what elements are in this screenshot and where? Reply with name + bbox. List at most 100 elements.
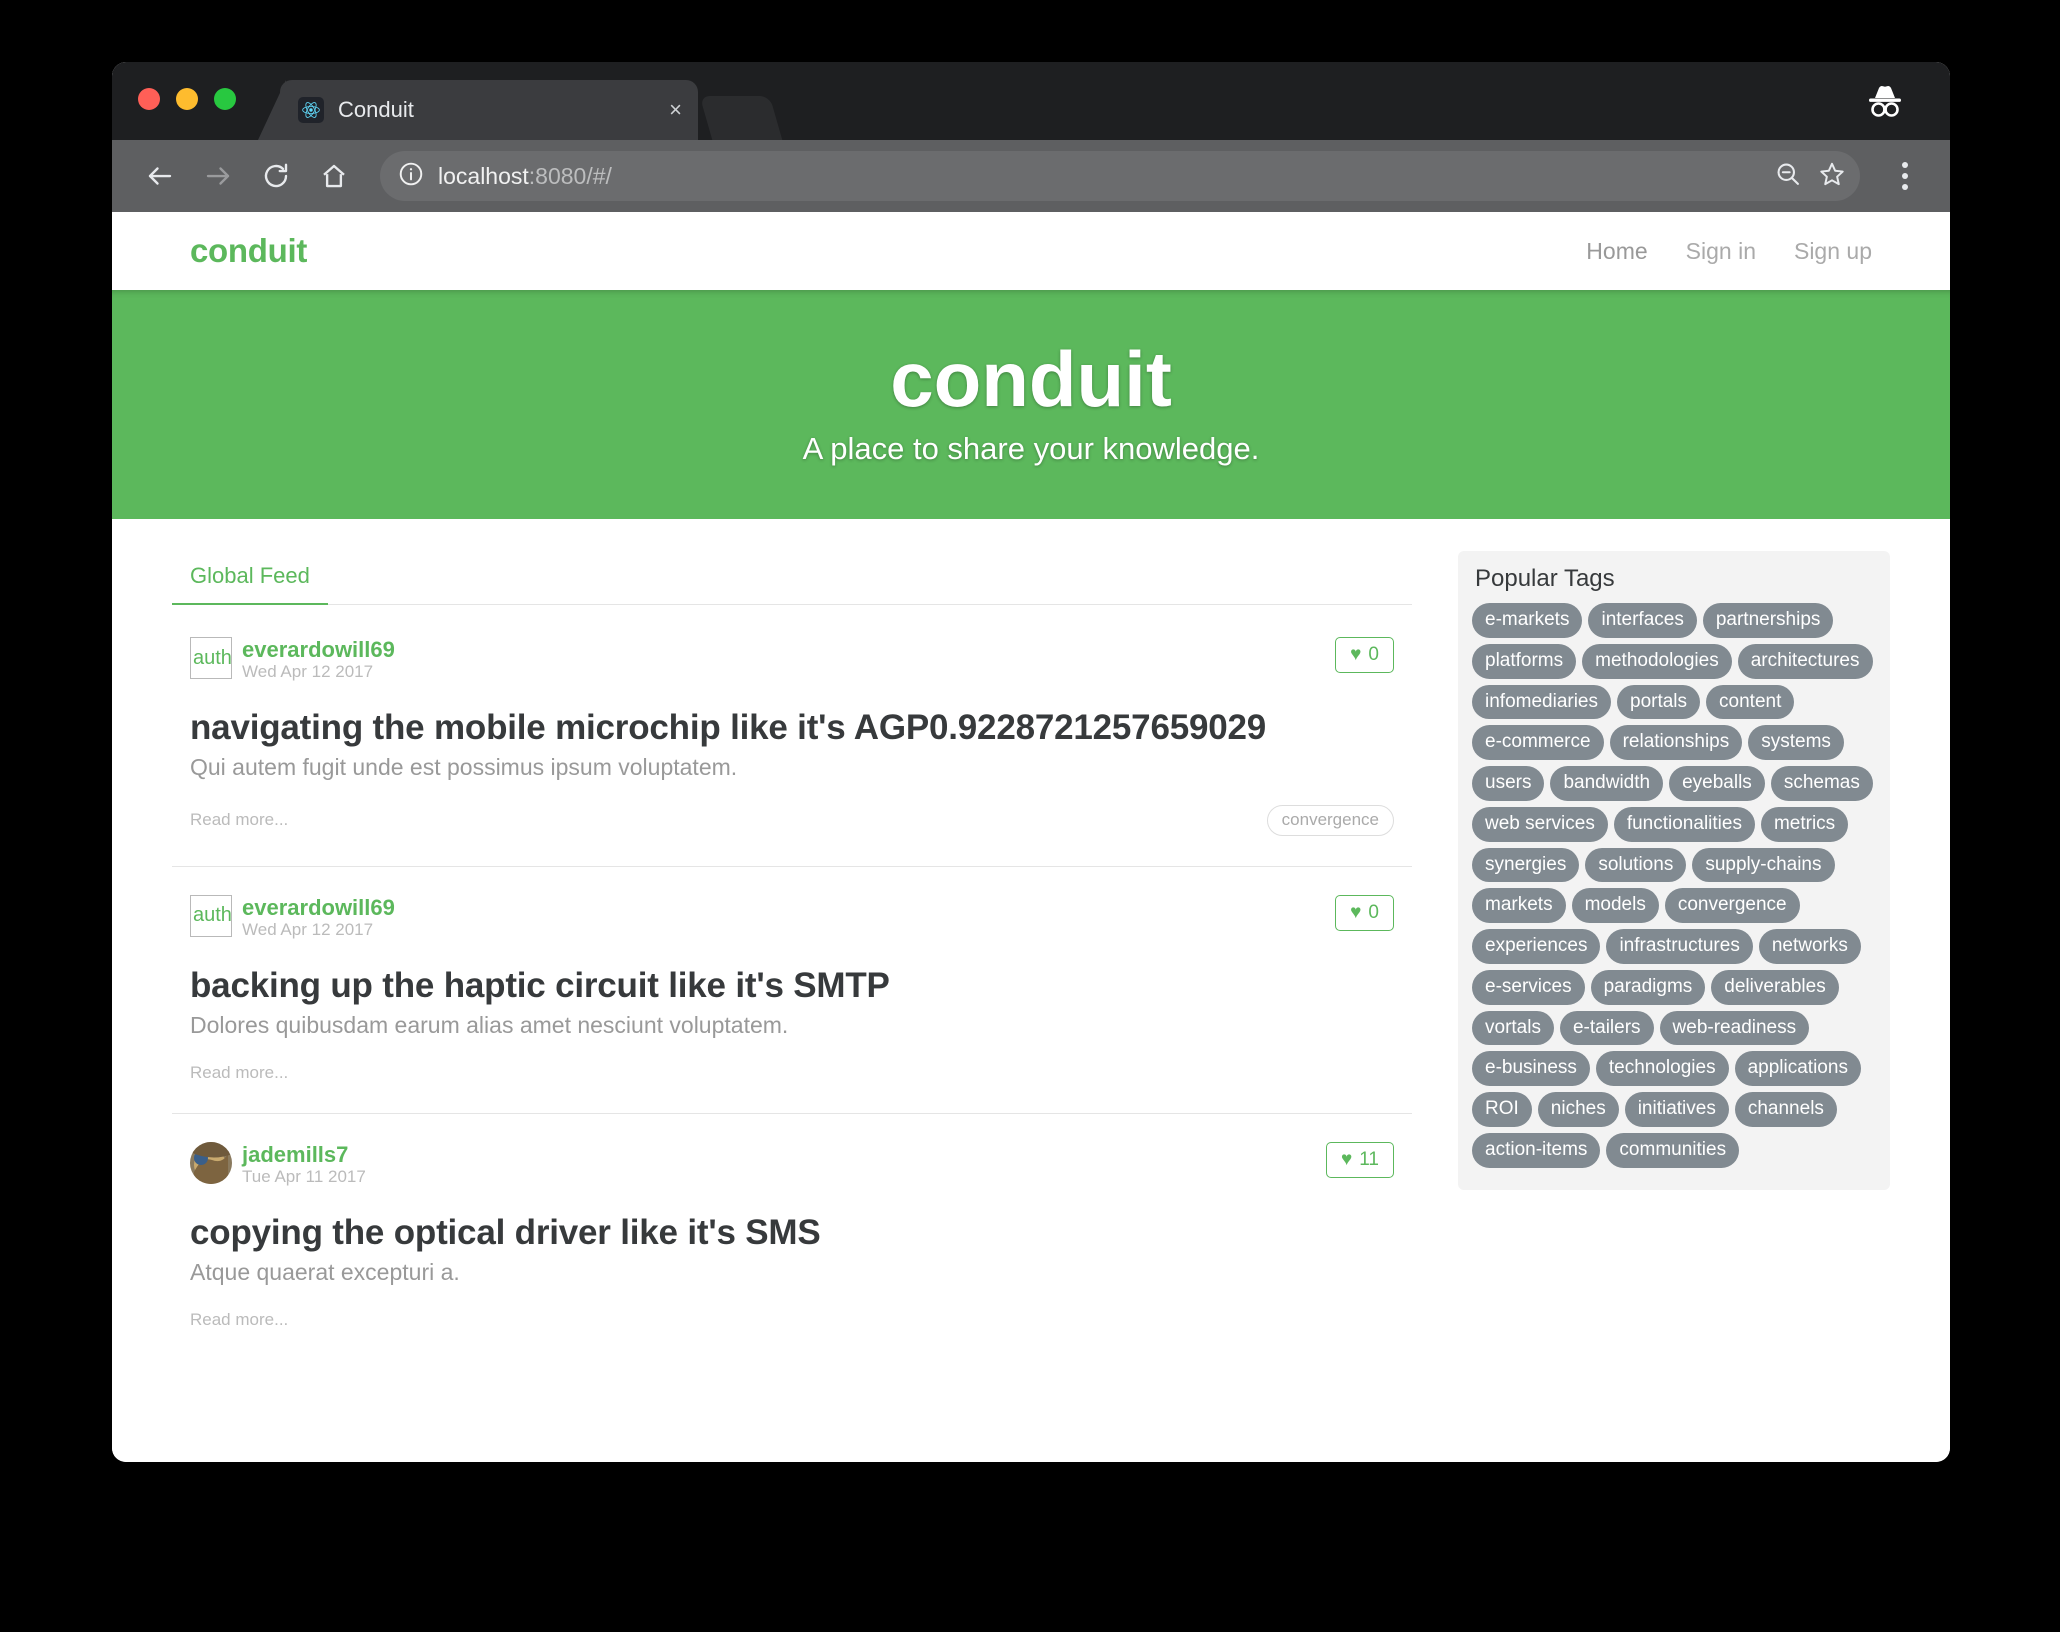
address-bar[interactable]: localhost:8080/#/: [380, 151, 1860, 201]
popular-tag[interactable]: technologies: [1595, 1051, 1729, 1086]
read-more-label[interactable]: Read more...: [190, 1310, 288, 1330]
nav-link-home[interactable]: Home: [1586, 238, 1647, 265]
popular-tag[interactable]: bandwidth: [1550, 766, 1664, 801]
popular-tag[interactable]: communities: [1606, 1132, 1740, 1168]
zoom-out-icon[interactable]: [1774, 160, 1802, 193]
author-name[interactable]: jademills7: [242, 1142, 366, 1167]
reload-icon[interactable]: [250, 150, 302, 202]
author-info: everardowill69 Wed Apr 12 2017: [242, 637, 395, 682]
popular-tag[interactable]: networks: [1758, 929, 1861, 964]
popular-tag[interactable]: deliverables: [1711, 969, 1839, 1005]
maximize-window-button[interactable]: [214, 88, 236, 110]
popular-tag[interactable]: infomediaries: [1472, 684, 1611, 720]
article-date: Tue Apr 11 2017: [242, 1166, 366, 1186]
sidebar-title: Popular Tags: [1475, 565, 1615, 592]
popular-tag[interactable]: paradigms: [1590, 969, 1706, 1005]
popular-tag[interactable]: infrastructures: [1606, 929, 1753, 964]
popular-tag[interactable]: vortals: [1472, 1010, 1554, 1046]
author-name[interactable]: everardowill69: [242, 895, 395, 920]
popular-tag[interactable]: relationships: [1609, 725, 1743, 760]
favorite-button[interactable]: ♥ 0: [1335, 894, 1394, 931]
new-tab-area[interactable]: [699, 96, 783, 140]
popular-tag[interactable]: e-commerce: [1472, 725, 1604, 760]
heart-icon: ♥: [1340, 1148, 1353, 1170]
article-link[interactable]: navigating the mobile microchip like it'…: [190, 708, 1394, 836]
article-link[interactable]: copying the optical driver like it's SMS…: [190, 1213, 1394, 1330]
popular-tag[interactable]: portals: [1617, 684, 1701, 720]
back-arrow-icon[interactable]: [134, 150, 186, 202]
popular-tag[interactable]: ROI: [1472, 1092, 1532, 1127]
popular-tag[interactable]: functionalities: [1613, 806, 1755, 842]
popular-tag[interactable]: niches: [1537, 1092, 1619, 1127]
article-meta: auth everardowill69 Wed Apr 12 2017 ♥ 0: [190, 637, 1394, 682]
popular-tag[interactable]: convergence: [1664, 888, 1800, 923]
popular-tag[interactable]: interfaces: [1588, 603, 1697, 638]
popular-tag[interactable]: methodologies: [1582, 643, 1732, 679]
react-logo-icon: [298, 97, 324, 123]
article-footer: Read more...: [190, 1063, 1394, 1083]
heart-icon: ♥: [1350, 901, 1362, 923]
heart-icon: ♥: [1350, 644, 1362, 665]
popular-tag[interactable]: architectures: [1737, 643, 1873, 679]
read-more-label[interactable]: Read more...: [190, 1063, 288, 1083]
nav-link-sign-up[interactable]: Sign up: [1794, 238, 1872, 265]
article-title: backing up the haptic circuit like it's …: [190, 965, 890, 1005]
article-title: navigating the mobile microchip like it'…: [190, 707, 1267, 747]
close-icon[interactable]: ×: [659, 99, 682, 121]
popular-tag[interactable]: systems: [1748, 725, 1844, 760]
article-description: Qui autem fugit unde est possimus ipsum …: [190, 753, 738, 780]
article-description: Dolores quibusdam earum alias amet nesci…: [190, 1011, 789, 1038]
popular-tag[interactable]: initiatives: [1624, 1092, 1729, 1127]
popular-tag[interactable]: channels: [1734, 1092, 1837, 1127]
popular-tag[interactable]: content: [1706, 684, 1795, 720]
popular-tag[interactable]: users: [1472, 766, 1545, 801]
browser-window: Conduit × localhost:8080/#/ conduit Home…: [112, 62, 1950, 1462]
kebab-menu-icon[interactable]: [1882, 151, 1928, 201]
article-description: Atque quaerat excepturi a.: [190, 1258, 460, 1285]
avatar[interactable]: auth: [190, 894, 232, 937]
popular-tag[interactable]: schemas: [1770, 766, 1873, 801]
home-icon[interactable]: [308, 150, 360, 202]
favorite-button[interactable]: ♥ 11: [1325, 1141, 1394, 1178]
popular-tag[interactable]: partnerships: [1702, 603, 1834, 638]
url-host: localhost: [438, 162, 529, 189]
info-circle-icon[interactable]: [398, 161, 424, 192]
article-link[interactable]: backing up the haptic circuit like it's …: [190, 966, 1394, 1083]
popular-tag[interactable]: applications: [1734, 1051, 1861, 1086]
browser-toolbar: localhost:8080/#/: [112, 140, 1950, 212]
read-more-label[interactable]: Read more...: [190, 810, 288, 830]
popular-tag[interactable]: e-services: [1472, 969, 1585, 1005]
avatar[interactable]: auth: [190, 637, 232, 679]
author-name[interactable]: everardowill69: [242, 637, 395, 662]
nav-link-sign-in[interactable]: Sign in: [1686, 238, 1756, 265]
tab-global-feed[interactable]: Global Feed: [172, 551, 328, 605]
popular-tag[interactable]: platforms: [1472, 643, 1577, 679]
popular-tag[interactable]: solutions: [1585, 847, 1687, 883]
avatar[interactable]: [190, 1141, 232, 1184]
popular-tag[interactable]: supply-chains: [1692, 847, 1835, 883]
favorite-button[interactable]: ♥ 0: [1335, 637, 1394, 673]
brand-logo[interactable]: conduit: [190, 232, 307, 270]
popular-tag[interactable]: experiences: [1472, 929, 1601, 964]
star-icon[interactable]: [1818, 160, 1846, 193]
popular-tag[interactable]: eyeballs: [1669, 766, 1765, 801]
popular-tag[interactable]: synergies: [1472, 847, 1580, 883]
article-meta: jademills7 Tue Apr 11 2017 ♥ 11: [190, 1141, 1394, 1187]
window-controls: [138, 88, 236, 110]
popular-tag[interactable]: markets: [1472, 888, 1566, 923]
popular-tag[interactable]: e-tailers: [1559, 1010, 1654, 1046]
popular-tag[interactable]: e-business: [1472, 1051, 1590, 1086]
popular-tag[interactable]: models: [1571, 888, 1659, 923]
article-date: Wed Apr 12 2017: [242, 920, 374, 940]
popular-tag[interactable]: web services: [1472, 806, 1608, 842]
popular-tag[interactable]: metrics: [1760, 806, 1849, 842]
close-window-button[interactable]: [138, 88, 160, 110]
popular-tag[interactable]: action-items: [1472, 1132, 1601, 1168]
article-tag[interactable]: convergence: [1266, 804, 1394, 836]
browser-tab[interactable]: Conduit ×: [280, 80, 698, 140]
favorites-count: 0: [1368, 644, 1379, 665]
forward-arrow-icon[interactable]: [192, 150, 244, 202]
popular-tag[interactable]: web-readiness: [1659, 1010, 1810, 1046]
minimize-window-button[interactable]: [176, 88, 198, 110]
popular-tag[interactable]: e-markets: [1472, 603, 1583, 638]
